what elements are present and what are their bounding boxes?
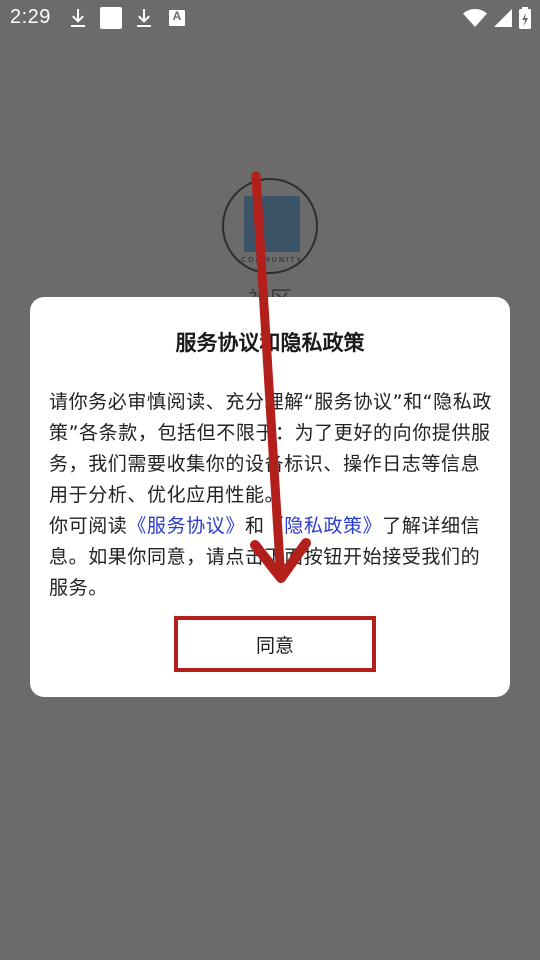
privacy-dialog: 服务协议和隐私政策 请你务必审慎阅读、充分理解“服务协议”和“隐私政策”各条款，… [30,297,510,697]
text-a-icon: A [165,6,189,30]
dialog-body: 请你务必审慎阅读、充分理解“服务协议”和“隐私政策”各条款，包括但不限于：为了更… [49,387,492,604]
status-bar: 2:29 A [0,0,540,36]
download-icon [71,9,85,27]
logo-caption: COMMUNITY [241,256,303,264]
battery-icon [519,7,531,29]
dialog-title: 服务协议和隐私政策 [175,331,365,355]
body-paragraph-1: 请你务必审慎阅读、充分理解“服务协议”和“隐私政策”各条款，包括但不限于：为了更… [49,391,492,506]
agree-button[interactable]: 同意 [174,616,376,672]
body-paragraph-2-prefix: 你可阅读 [49,515,128,537]
status-time: 2:29 [10,6,51,28]
and-text: 和 [245,515,265,537]
wifi-icon [463,9,487,27]
download-icon [137,9,151,27]
app-logo: COMMUNITY [222,178,318,274]
notification-icons: A [66,6,198,30]
cell-signal-icon [494,9,512,27]
privacy-policy-link[interactable]: 《隐私政策》 [265,515,383,537]
text-a-letter: A [172,9,182,23]
system-icons [458,6,532,30]
white-square-icon [100,7,122,29]
logo-seal [244,196,300,252]
service-agreement-link[interactable]: 《服务协议》 [127,515,245,537]
